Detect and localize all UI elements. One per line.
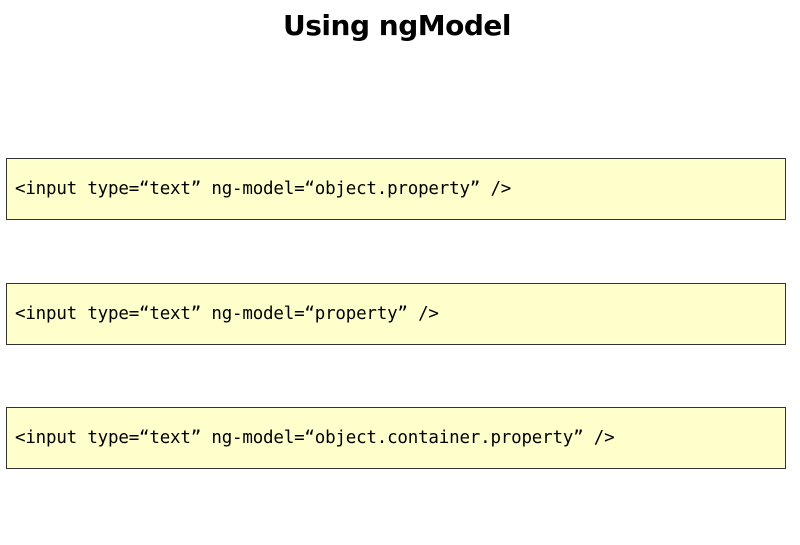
- code-snippet: <input type=“text” ng-model=“object.cont…: [15, 428, 615, 448]
- slide-title: Using ngModel: [283, 9, 511, 42]
- code-example-box: <input type=“text” ng-model=“object.prop…: [6, 158, 786, 220]
- code-snippet: <input type=“text” ng-model=“property” /…: [15, 304, 439, 324]
- code-example-box: <input type=“text” ng-model=“object.cont…: [6, 407, 786, 469]
- code-example-box: <input type=“text” ng-model=“property” /…: [6, 283, 786, 345]
- code-snippet: <input type=“text” ng-model=“object.prop…: [15, 179, 512, 199]
